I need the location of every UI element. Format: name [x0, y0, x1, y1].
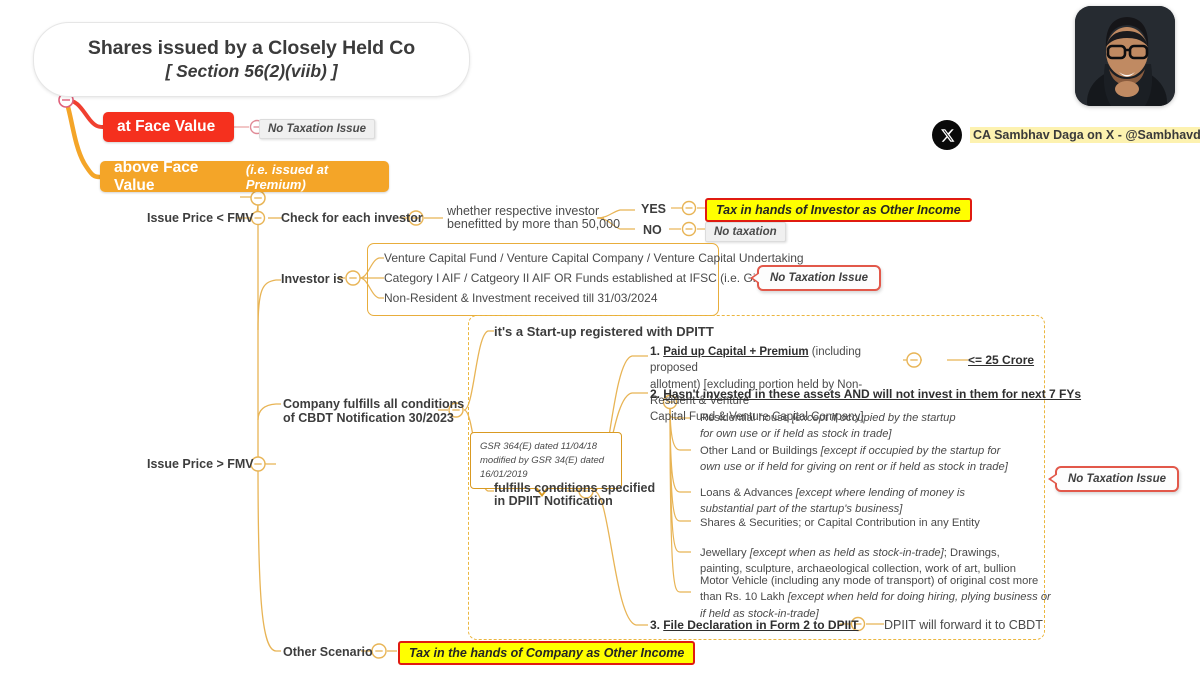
- node-issue-price-above-fmv[interactable]: Issue Price > FMV: [147, 457, 254, 471]
- gsr-note-text: GSR 364(E) dated 11/04/18 modified by GS…: [480, 441, 605, 480]
- no-result-chip: No taxation: [705, 222, 786, 242]
- condition-2: 2. Hasn't invested in these assets AND w…: [650, 386, 1081, 403]
- cbdt-no-taxation-callout: No Taxation Issue: [1048, 466, 1179, 492]
- asset-item-0: Residential house [except if occupied by…: [700, 410, 956, 443]
- asset-4-plain2: ; Drawings,: [943, 547, 1000, 559]
- condition-1-limit: <= 25 Crore: [968, 353, 1035, 367]
- face-value-result: No Taxation Issue: [259, 119, 375, 139]
- asset-4-plain1: Jewellary: [700, 547, 750, 559]
- node-above-face-value[interactable]: above Face Value (i.e. issued at Premium…: [100, 158, 389, 194]
- startup-heading: it's a Start-up registered with DPITT: [494, 324, 714, 339]
- question-line2: benefitted by more than 50,000: [447, 217, 621, 231]
- node-no[interactable]: NO: [643, 223, 662, 237]
- avatar: [1075, 6, 1175, 106]
- yes-result-highlight: Tax in hands of Investor as Other Income: [705, 198, 972, 222]
- condition-1-number: 1.: [650, 344, 661, 358]
- asset-2-italic1: [except where lending of money is: [795, 487, 965, 499]
- asset-1-italic1: [except if occupied by the startup for: [820, 445, 1001, 457]
- node-issue-price-below-fmv[interactable]: Issue Price < FMV: [147, 211, 254, 225]
- cbdt-label-line1[interactable]: Company fulfills all conditions: [283, 397, 464, 411]
- condition-3: 3. File Declaration in Form 2 to DPIIT: [650, 617, 859, 634]
- asset-2-plain: Loans & Advances: [700, 487, 796, 499]
- asset-5-plain1: Motor Vehicle (including any mode of tra…: [700, 575, 1039, 587]
- branding-handle: CA Sambhav Daga on X - @Sambhavdaga: [970, 127, 1200, 143]
- condition-3-followup: DPIIT will forward it to CBDT: [884, 618, 1043, 632]
- cbdt-label-line2[interactable]: of CBDT Notification 30/2023: [283, 411, 454, 425]
- asset-0-italic1: [except if occupied by the startup: [792, 412, 956, 424]
- other-scenario-result: Tax in the hands of Company as Other Inc…: [398, 641, 696, 665]
- condition-2-text: Hasn't invested in these assets AND will…: [663, 387, 1082, 401]
- at-face-value-label: at Face Value: [117, 118, 216, 135]
- investor-item-1: Category I AIF / Catgeory II AIF OR Fund…: [384, 271, 791, 285]
- asset-1-plain: Other Land or Buildings: [700, 445, 821, 457]
- dpiit-line2: in DPIIT Notification: [494, 494, 613, 508]
- node-check-each-investor[interactable]: Check for each investor: [281, 211, 423, 225]
- asset-4-italic1: [except when as held as stock-in-trade]: [749, 547, 944, 559]
- asset-1-italic2: own use or if held for giving on rent or…: [700, 461, 1008, 474]
- asset-item-3: Shares & Securities; or Capital Contribu…: [700, 515, 980, 531]
- node-at-face-value[interactable]: at Face Value: [103, 112, 234, 142]
- root-node[interactable]: Shares issued by a Closely Held Co [ Sec…: [33, 22, 470, 97]
- node-yes[interactable]: YES: [641, 202, 666, 216]
- above-face-value-label: above Face Value: [114, 158, 199, 194]
- root-title-line1: Shares issued by a Closely Held Co: [87, 37, 416, 59]
- asset-2-italic2: substantial part of the startup's busine…: [700, 503, 903, 516]
- asset-0-plain: Residential house: [700, 412, 793, 424]
- asset-0-italic2: for own use or if held as stock in trade…: [700, 428, 892, 441]
- investor-item-0: Venture Capital Fund / Venture Capital C…: [384, 251, 804, 265]
- condition-3-number: 3.: [650, 618, 661, 632]
- condition-2-number: 2.: [650, 387, 661, 401]
- condition-1-bold: Paid up Capital + Premium: [663, 346, 809, 358]
- above-face-value-sublabel: (i.e. issued at Premium): [245, 161, 329, 192]
- investor-item-2: Non-Resident & Investment received till …: [384, 291, 658, 305]
- investor-no-taxation-callout: No Taxation Issue: [750, 265, 881, 291]
- asset-item-5: Motor Vehicle (including any mode of tra…: [700, 573, 1051, 622]
- condition-3-text: File Declaration in Form 2 to DPIIT: [663, 618, 859, 632]
- x-logo-icon[interactable]: [932, 120, 962, 150]
- asset-item-1: Other Land or Buildings [except if occup…: [700, 443, 1008, 476]
- asset-5-plain2: than Rs. 10 Lakh: [700, 591, 788, 604]
- dpiit-line1: fulfills conditions specified: [494, 481, 656, 495]
- asset-5-italic1: [except when held for doing hiring, plyi…: [787, 591, 1051, 604]
- node-other-scenario[interactable]: Other Scenario: [283, 645, 373, 659]
- mindmap-canvas: Shares issued by a Closely Held Co [ Sec…: [0, 0, 1200, 688]
- root-title-line2: [ Section 56(2)(viib) ]: [165, 61, 338, 81]
- asset-item-2: Loans & Advances [except where lending o…: [700, 485, 965, 518]
- node-investor-is[interactable]: Investor is: [281, 272, 344, 286]
- asset-3-plain: Shares & Securities; or Capital Contribu…: [700, 517, 980, 529]
- question-line1: whether respective investor: [447, 204, 600, 218]
